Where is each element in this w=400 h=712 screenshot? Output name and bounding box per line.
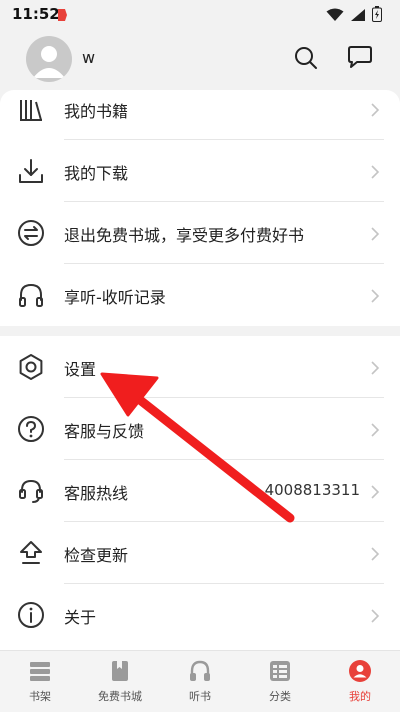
tab-audiobooks[interactable]: 听书 bbox=[160, 651, 240, 712]
tab-label: 免费书城 bbox=[98, 690, 142, 703]
menu-item-downloads[interactable]: 我的下载 bbox=[0, 140, 400, 202]
wifi-icon bbox=[326, 7, 344, 26]
chevron-right-icon bbox=[370, 546, 380, 566]
headphones-icon bbox=[16, 280, 46, 310]
signal-icon bbox=[350, 7, 366, 26]
info-icon bbox=[16, 600, 46, 630]
status-indicators bbox=[326, 6, 382, 26]
chevron-right-icon bbox=[370, 288, 380, 308]
chevron-right-icon bbox=[370, 484, 380, 504]
message-icon[interactable] bbox=[346, 45, 374, 75]
tab-label: 听书 bbox=[189, 690, 211, 703]
menu-item-label: 客服热线 bbox=[64, 484, 129, 503]
hotline-number: 4008813311 bbox=[264, 481, 360, 499]
menu-item-feedback[interactable]: 客服与反馈 bbox=[0, 398, 400, 460]
chevron-right-icon bbox=[370, 422, 380, 442]
menu-item-my-books[interactable]: 我的书籍 bbox=[0, 90, 400, 140]
menu-item-label: 享听-收听记录 bbox=[64, 288, 166, 307]
upload-arrow-icon bbox=[16, 538, 46, 568]
menu-item-exit-free-mode[interactable]: 退出免费书城，享受更多付费好书 bbox=[0, 202, 400, 264]
user-profile-icon bbox=[348, 659, 372, 683]
battery-icon bbox=[372, 6, 382, 26]
tab-label: 书架 bbox=[29, 690, 51, 703]
status-bar: 11:52 bbox=[0, 0, 400, 28]
headset-icon bbox=[16, 476, 46, 506]
app-notification-icon bbox=[56, 7, 68, 26]
default-avatar-icon bbox=[33, 46, 65, 78]
username[interactable]: w bbox=[82, 48, 95, 67]
category-list-icon bbox=[268, 659, 292, 683]
tab-label: 我的 bbox=[349, 690, 371, 703]
avatar[interactable] bbox=[26, 36, 72, 82]
bottom-tab-bar: 书架 免费书城 听书 分类 我的 bbox=[0, 650, 400, 712]
chevron-right-icon bbox=[370, 608, 380, 628]
help-icon bbox=[16, 414, 46, 444]
tab-free-store[interactable]: 免费书城 bbox=[80, 651, 160, 712]
menu-item-label: 我的书籍 bbox=[64, 102, 129, 121]
book-icon bbox=[108, 659, 132, 683]
menu-item-check-update[interactable]: 检查更新 bbox=[0, 522, 400, 584]
tab-mine[interactable]: 我的 bbox=[320, 651, 400, 712]
tab-label: 分类 bbox=[269, 690, 291, 703]
books-stack-icon bbox=[28, 659, 52, 683]
headphones-icon bbox=[188, 659, 212, 683]
status-time: 11:52 bbox=[12, 5, 60, 23]
gear-icon bbox=[16, 352, 46, 382]
menu-item-hotline[interactable]: 客服热线 4008813311 bbox=[0, 460, 400, 522]
chevron-right-icon bbox=[370, 102, 380, 122]
section-gap bbox=[0, 326, 400, 336]
menu-item-settings[interactable]: 设置 bbox=[0, 336, 400, 398]
menu-item-label: 退出免费书城，享受更多付费好书 bbox=[64, 226, 305, 245]
chevron-right-icon bbox=[370, 164, 380, 184]
menu-item-label: 关于 bbox=[64, 608, 97, 627]
chevron-right-icon bbox=[370, 360, 380, 380]
profile-header: w bbox=[0, 28, 400, 90]
download-icon bbox=[16, 156, 46, 186]
menu-item-label: 设置 bbox=[64, 360, 97, 379]
menu-card-bottom: 设置 客服与反馈 客服热线 4008813311 检查更新 关于 bbox=[0, 336, 400, 650]
bookshelf-icon bbox=[16, 94, 46, 124]
tab-categories[interactable]: 分类 bbox=[240, 651, 320, 712]
tab-bookshelf[interactable]: 书架 bbox=[0, 651, 80, 712]
menu-item-label: 检查更新 bbox=[64, 546, 129, 565]
menu-item-label: 我的下载 bbox=[64, 164, 129, 183]
chevron-right-icon bbox=[370, 226, 380, 246]
menu-item-listening-history[interactable]: 享听-收听记录 bbox=[0, 264, 400, 326]
menu-card-top: 我的书籍 我的下载 退出免费书城，享受更多付费好书 享听-收听记录 bbox=[0, 90, 400, 326]
search-icon[interactable] bbox=[293, 45, 319, 75]
menu-item-about[interactable]: 关于 bbox=[0, 584, 400, 646]
menu-item-label: 客服与反馈 bbox=[64, 422, 145, 441]
switch-mode-icon bbox=[16, 218, 46, 248]
